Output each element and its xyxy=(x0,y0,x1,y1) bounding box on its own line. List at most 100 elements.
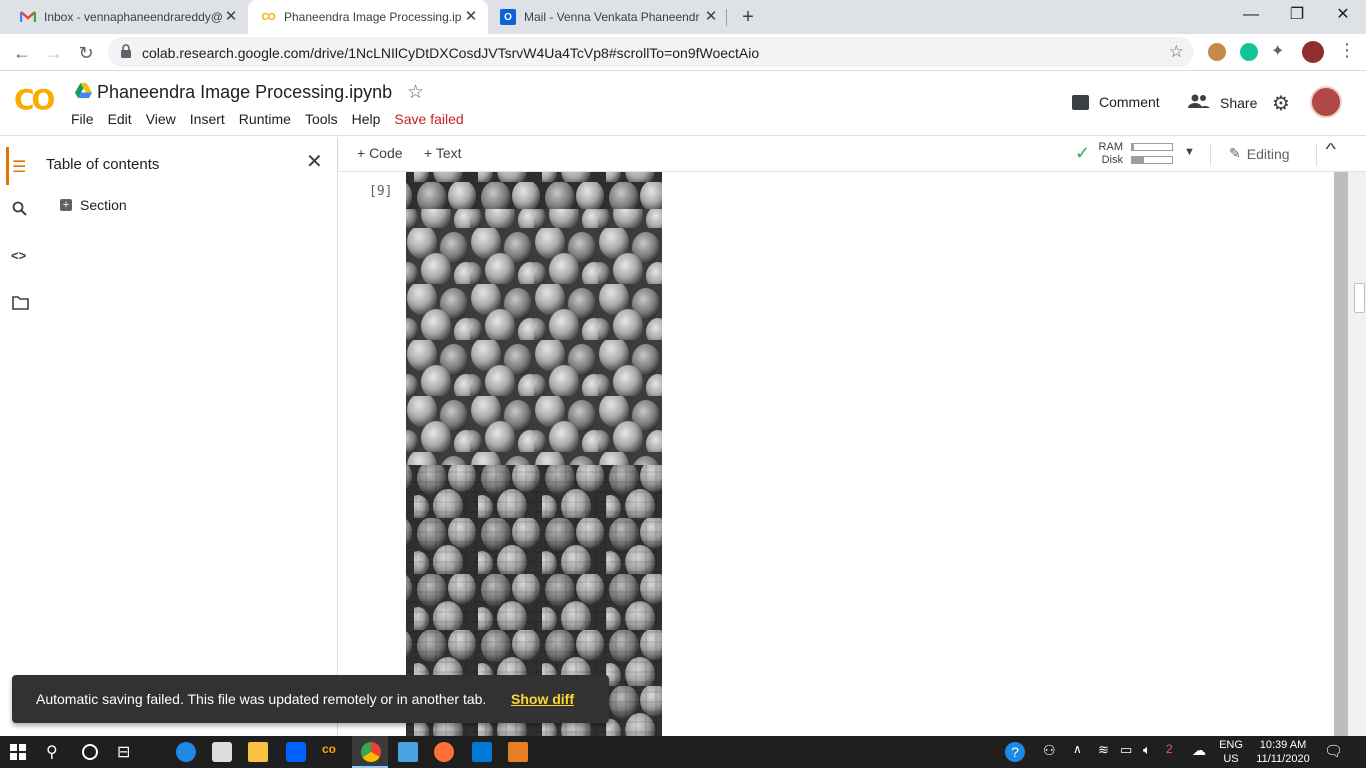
wifi-icon[interactable]: ≋ xyxy=(1098,742,1118,762)
colab-icon: CO xyxy=(261,11,276,23)
show-hidden-icons-chevron[interactable]: ∧ xyxy=(1073,742,1093,762)
browser-menu-icon[interactable]: ⋮ xyxy=(1338,40,1356,61)
editing-label: Editing xyxy=(1246,145,1290,162)
remote-desktop-icon[interactable] xyxy=(398,742,418,762)
help-icon[interactable]: ? xyxy=(1005,742,1025,762)
lock-icon xyxy=(121,44,131,58)
browser-tab-gmail[interactable]: Inbox - vennaphaneendrareddy@ ✕ xyxy=(8,0,248,34)
ram-label: RAM xyxy=(1098,141,1123,153)
notebook-title[interactable]: Phaneendra Image Processing.ipynb xyxy=(97,82,392,103)
editing-mode-button[interactable]: ✎ Editing xyxy=(1229,145,1290,162)
tab-title: Phaneendra Image Processing.ip xyxy=(284,10,462,24)
close-tab-icon[interactable]: ✕ xyxy=(702,8,720,26)
reload-icon[interactable]: ↻ xyxy=(72,39,100,67)
minimize-icon[interactable]: — xyxy=(1228,0,1274,30)
share-people-icon xyxy=(1188,94,1210,111)
menu-file[interactable]: File xyxy=(71,111,94,127)
input-language[interactable]: ENG US xyxy=(1218,738,1244,766)
mail-app-icon[interactable] xyxy=(472,742,492,762)
account-avatar[interactable] xyxy=(1310,86,1342,118)
code-snippets-icon[interactable]: <> xyxy=(11,248,26,263)
volume-icon[interactable]: 🔈︎ xyxy=(1143,742,1163,762)
onedrive-cloud-icon[interactable]: ☁ xyxy=(1192,742,1212,762)
menu-runtime[interactable]: Runtime xyxy=(239,111,291,127)
comment-button[interactable]: Comment xyxy=(1072,94,1160,110)
profile-avatar[interactable] xyxy=(1302,41,1324,63)
files-folder-icon[interactable] xyxy=(12,296,29,313)
drive-icon[interactable] xyxy=(75,83,92,101)
browser-tab-colab[interactable]: CO Phaneendra Image Processing.ip ✕ xyxy=(248,0,488,34)
battery-icon[interactable]: ▭ xyxy=(1120,742,1140,762)
close-panel-icon[interactable]: ✕ xyxy=(306,149,323,174)
close-tab-icon[interactable]: ✕ xyxy=(462,8,480,26)
cell-toolbar: + Code + Text ✓ RAM Disk ▼ ✎ Editing ^ xyxy=(339,137,1366,172)
clock[interactable]: 10:39 AM 11/11/2020 xyxy=(1252,738,1314,766)
people-icon[interactable]: ⚇ xyxy=(1043,742,1063,762)
comment-label: Comment xyxy=(1099,94,1160,110)
disk-label: Disk xyxy=(1101,154,1123,166)
resources-dropdown-icon[interactable]: ▼ xyxy=(1184,146,1195,158)
expand-section-icon[interactable]: + xyxy=(60,199,72,211)
menu-insert[interactable]: Insert xyxy=(190,111,225,127)
page-scrollbar[interactable] xyxy=(1348,172,1366,736)
show-diff-link[interactable]: Show diff xyxy=(511,691,574,707)
store-icon[interactable] xyxy=(212,742,232,762)
cookie-extension-icon[interactable] xyxy=(1208,43,1226,61)
add-code-cell-button[interactable]: + Code xyxy=(357,145,403,161)
close-window-icon[interactable]: ✕ xyxy=(1320,0,1366,30)
cortana-icon[interactable] xyxy=(82,744,98,760)
address-bar[interactable]: colab.research.google.com/drive/1NcLNIlC… xyxy=(108,37,1194,67)
add-text-cell-button[interactable]: + Text xyxy=(424,145,462,161)
browser-toolbar: ← → ↻ colab.research.google.com/drive/1N… xyxy=(0,34,1366,71)
grammarly-extension-icon[interactable] xyxy=(1240,43,1258,61)
gmail-icon xyxy=(20,9,36,25)
extensions-puzzle-icon[interactable]: ✦ xyxy=(1271,41,1284,61)
chrome-icon[interactable] xyxy=(361,742,381,762)
lang-label: ENG xyxy=(1219,739,1243,751)
new-tab-button[interactable]: + xyxy=(736,5,760,29)
jupyter-icon[interactable] xyxy=(508,742,528,762)
toc-item-section[interactable]: + Section xyxy=(60,197,127,213)
page-scrollbar-thumb[interactable] xyxy=(1354,283,1365,313)
toc-title: Table of contents xyxy=(46,156,160,173)
close-tab-icon[interactable]: ✕ xyxy=(222,8,240,26)
search-icon[interactable] xyxy=(12,201,28,220)
settings-gear-icon[interactable]: ⚙ xyxy=(1272,91,1290,116)
share-label: Share xyxy=(1220,94,1258,111)
collapse-header-chevron-icon[interactable]: ^ xyxy=(1325,141,1336,159)
clock-time: 10:39 AM xyxy=(1259,739,1307,751)
notebook-scrollbar[interactable] xyxy=(1334,172,1348,736)
connected-check-icon: ✓ xyxy=(1075,143,1091,163)
windows-start-icon[interactable] xyxy=(10,744,30,764)
share-button[interactable]: Share xyxy=(1188,94,1257,111)
firefox-icon[interactable] xyxy=(434,742,454,762)
save-status[interactable]: Save failed xyxy=(394,111,463,127)
browser-tab-outlook[interactable]: O Mail - Venna Venkata Phaneendr ✕ xyxy=(488,0,728,34)
menu-view[interactable]: View xyxy=(146,111,176,127)
forward-icon[interactable]: → xyxy=(40,39,68,67)
browser-tab-strip: Inbox - vennaphaneendrareddy@ ✕ CO Phane… xyxy=(0,0,1366,34)
task-view-icon[interactable]: ⊟ xyxy=(117,742,137,762)
antivirus-icon[interactable]: 2 xyxy=(1166,742,1186,762)
dropbox-icon[interactable] xyxy=(286,742,306,762)
menu-tools[interactable]: Tools xyxy=(305,111,338,127)
region-label: US xyxy=(1223,753,1239,765)
colab-logo[interactable]: CO xyxy=(14,83,55,116)
toolbar-divider xyxy=(1210,144,1211,166)
antivirus-badge-count: 2 xyxy=(1166,742,1173,756)
tab-title: Inbox - vennaphaneendrareddy@ xyxy=(44,10,223,24)
colab-app-icon[interactable]: co xyxy=(322,742,342,762)
taskbar-search-icon[interactable]: ⚲ xyxy=(46,742,66,762)
menu-edit[interactable]: Edit xyxy=(108,111,132,127)
file-explorer-icon[interactable] xyxy=(248,742,268,762)
action-center-icon[interactable]: 🗨︎ xyxy=(1324,742,1344,762)
restore-icon[interactable]: ❐ xyxy=(1274,0,1320,30)
star-icon[interactable]: ☆ xyxy=(407,81,424,104)
back-icon[interactable]: ← xyxy=(8,39,36,67)
edge-browser-icon[interactable] xyxy=(176,742,196,762)
menu-help[interactable]: Help xyxy=(352,111,381,127)
bookmark-star-icon[interactable]: ☆ xyxy=(1169,42,1184,62)
toc-item-label: Section xyxy=(80,197,127,213)
table-of-contents-icon[interactable]: ☰ xyxy=(12,157,26,177)
comment-icon xyxy=(1072,94,1089,110)
